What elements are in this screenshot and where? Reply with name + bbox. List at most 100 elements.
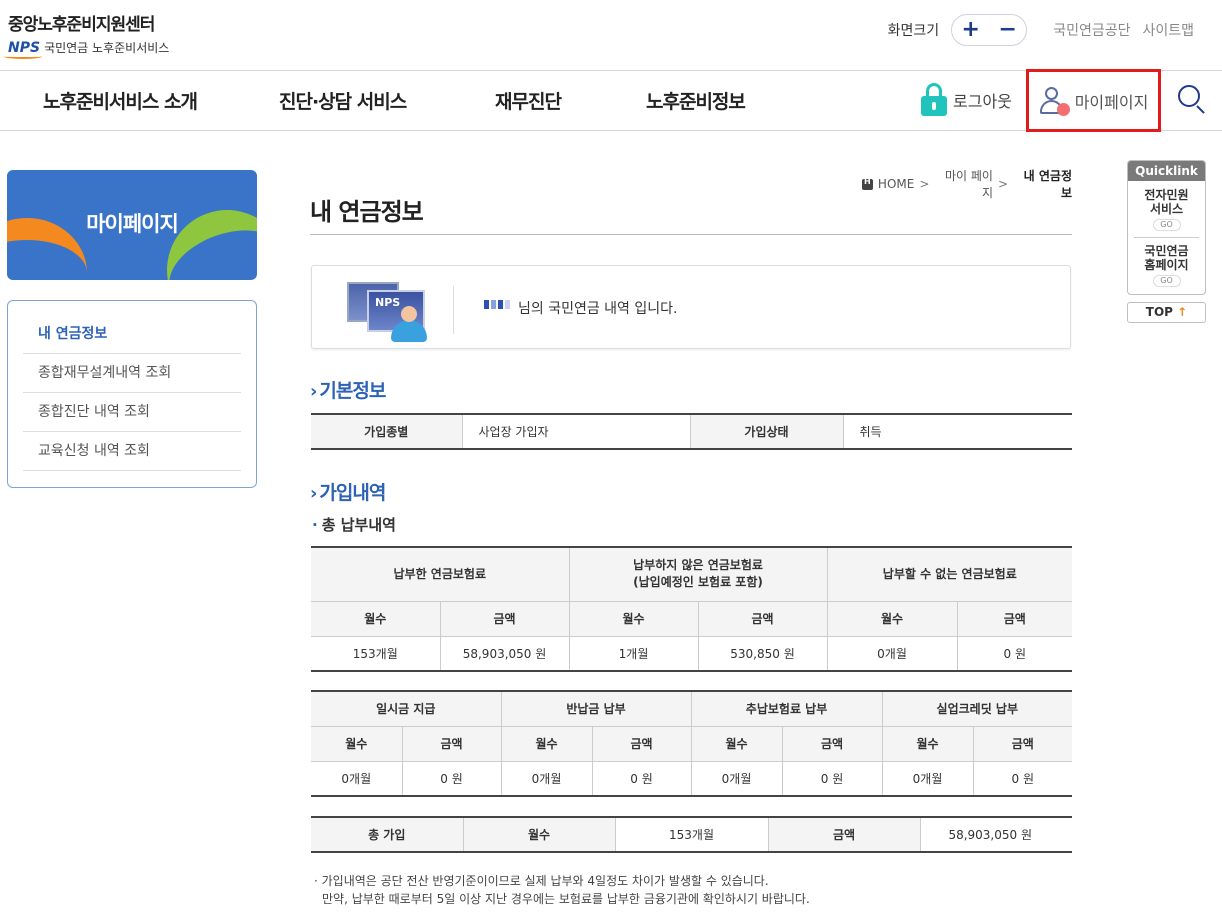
total-amount-value: 58,903,050 원 bbox=[948, 828, 1032, 842]
masked-name-icon bbox=[484, 299, 512, 309]
mypage-label: 마이페이지 bbox=[1074, 92, 1149, 112]
col-header: 금액 bbox=[592, 726, 692, 762]
logo-sub: NPS 국민연금 노후준비서비스 bbox=[3, 39, 169, 59]
quicklink-nps-home-line1: 국민연금 bbox=[1144, 244, 1189, 258]
sidebar-menu: 내 연금정보 종합재무설계내역 조회 종합진단 내역 조회 교육신청 내역 조회 bbox=[7, 300, 257, 488]
table-row: 월수 금액 월수 금액 월수 금액 bbox=[311, 601, 1073, 637]
table-cell: 58,903,050 원 bbox=[440, 636, 570, 671]
quicklink-e-civil[interactable]: 전자민원 서비스 GO bbox=[1128, 181, 1205, 231]
font-increase-button[interactable]: + bbox=[961, 19, 979, 41]
breadcrumb-sep: > bbox=[997, 177, 1009, 191]
quicklink-nps-home-line2: 홈페이지 bbox=[1144, 258, 1189, 272]
unpaid-group-header: 납부하지 않은 연금보험료 (납입예정인 보험료 포함) bbox=[569, 547, 828, 602]
sidebar-item-education[interactable]: 교육신청 내역 조회 bbox=[23, 432, 241, 471]
basic-info-table: 가입종별 사업장 가입자 가입상태 취득 bbox=[311, 413, 1072, 450]
logo-title: 중앙노후준비지원센터 bbox=[8, 15, 155, 35]
sitemap-link[interactable]: 사이트맵 bbox=[1142, 20, 1194, 40]
col-header: 월수 bbox=[691, 726, 783, 762]
enroll-title-text: 가입내역 bbox=[319, 482, 386, 504]
top-label: TOP bbox=[1145, 305, 1173, 319]
table-cell: 0 원 bbox=[402, 761, 502, 796]
breadcrumb-current: 내 연금정보 bbox=[1023, 169, 1072, 200]
paid-group-header: 납부한 연금보험료 bbox=[311, 547, 570, 602]
mypage-button[interactable]: 마이페이지 bbox=[1026, 69, 1161, 132]
table-row: 0개월 0 원 0개월 0 원 0개월 0 원 0개월 0 원 bbox=[311, 761, 1072, 796]
quicklink-title: Quicklink bbox=[1128, 161, 1205, 181]
page-title: 내 연금정보 bbox=[310, 198, 424, 226]
site-logo[interactable]: 중앙노후준비지원센터 NPS 국민연금 노후준비서비스 bbox=[3, 10, 169, 59]
arrow-up-icon: ↑ bbox=[1177, 305, 1188, 319]
basic-type-header: 가입종별 bbox=[311, 414, 463, 449]
enroll-title: › 가입내역 bbox=[310, 478, 386, 505]
lump-sum-header: 일시금 지급 bbox=[311, 691, 502, 727]
table-row: 가입종별 사업장 가입자 가입상태 취득 bbox=[311, 414, 1072, 449]
nav-item-service-intro[interactable]: 노후준비서비스 소개 bbox=[43, 87, 198, 114]
chevron-right-icon: › bbox=[310, 483, 317, 504]
col-header: 금액 bbox=[973, 726, 1073, 762]
other-payments-table: 일시금 지급 반납금 납부 추납보험료 납부 실업크레딧 납부 월수 금액 월수… bbox=[311, 690, 1073, 797]
top-button[interactable]: TOP ↑ bbox=[1127, 302, 1206, 323]
search-button[interactable] bbox=[1176, 83, 1208, 117]
table-cell: 0 원 bbox=[1003, 646, 1027, 661]
basic-type-value: 사업장 가입자 bbox=[462, 414, 691, 449]
go-badge: GO bbox=[1152, 219, 1181, 231]
go-badge: GO bbox=[1152, 275, 1181, 287]
main-nav: 노후준비서비스 소개 진단·상담 서비스 재무진단 노후준비정보 로그아웃 마이… bbox=[0, 69, 1222, 132]
table-cell: 0개월 bbox=[827, 636, 958, 671]
quicklink-panel: Quicklink 전자민원 서비스 GO 국민연금 홈페이지 GO bbox=[1127, 160, 1206, 295]
breadcrumb-home[interactable]: HOME bbox=[878, 177, 914, 191]
nps-link[interactable]: 국민연금공단 bbox=[1053, 20, 1130, 40]
user-message: 님의 국민연금 내역 입니다. bbox=[484, 298, 677, 318]
col-header: 월수 bbox=[501, 726, 593, 762]
col-header: 금액 bbox=[698, 601, 828, 637]
breadcrumb-sep: > bbox=[919, 177, 930, 191]
table-cell: 0 원 bbox=[1011, 771, 1035, 786]
quicklink-e-civil-line1: 전자민원 bbox=[1144, 188, 1189, 202]
col-header: 금액 bbox=[402, 726, 502, 762]
col-header: 금액 bbox=[957, 601, 1073, 637]
table-row: 월수 금액 월수 금액 월수 금액 월수 금액 bbox=[311, 726, 1073, 762]
col-header: 월수 bbox=[827, 601, 958, 637]
unemployment-credit-header: 실업크레딧 납부 bbox=[882, 691, 1073, 727]
breadcrumb-mypage[interactable]: 마이 페이지 bbox=[934, 167, 993, 201]
font-decrease-button[interactable]: − bbox=[998, 19, 1016, 41]
basic-status-value: 취득 bbox=[859, 425, 882, 439]
col-header: 월수 bbox=[569, 601, 699, 637]
sidebar-item-diagnosis[interactable]: 종합진단 내역 조회 bbox=[23, 393, 241, 432]
quicklink-nps-home[interactable]: 국민연금 홈페이지 GO bbox=[1128, 238, 1205, 287]
repayment-header: 반납금 납부 bbox=[501, 691, 692, 727]
font-size-control: + − bbox=[951, 14, 1028, 46]
title-divider bbox=[310, 234, 1072, 235]
additional-payment-header: 추납보험료 납부 bbox=[691, 691, 883, 727]
table-cell: 0개월 bbox=[501, 761, 593, 796]
total-enrollment-table: 총 가입 월수 153개월 금액 58,903,050 원 bbox=[311, 816, 1072, 853]
logout-button[interactable]: 로그아웃 bbox=[921, 83, 1012, 117]
nav-item-financial-diagnosis[interactable]: 재무진단 bbox=[495, 87, 562, 114]
sidebar-item-financial-plan[interactable]: 종합재무설계내역 조회 bbox=[23, 354, 241, 393]
basic-info-title-text: 기본정보 bbox=[319, 380, 386, 402]
note-line: 만약, 납부한 때로부터 5일 이상 지난 경우에는 보험료를 납부한 금융기관… bbox=[322, 892, 810, 906]
table-cell: 0 원 bbox=[592, 761, 692, 796]
utility-bar: 화면크기 + − 국민연금공단 사이트맵 bbox=[888, 14, 1194, 46]
table-row: 납부한 연금보험료 납부하지 않은 연금보험료 (납입예정인 보험료 포함) 납부… bbox=[311, 547, 1073, 602]
nav-item-retirement-info[interactable]: 노후준비정보 bbox=[646, 87, 746, 114]
header: 중앙노후준비지원센터 NPS 국민연금 노후준비서비스 화면크기 + − 국민연… bbox=[0, 0, 1222, 70]
table-cell: 1개월 bbox=[569, 636, 699, 671]
table-row: 총 가입 월수 153개월 금액 58,903,050 원 bbox=[311, 817, 1072, 852]
sidebar-banner-title: 마이페이지 bbox=[86, 212, 179, 236]
payment-subtitle: · 총 납부내역 bbox=[312, 516, 396, 534]
nps-logo-icon: NPS bbox=[3, 39, 43, 59]
payment-subtitle-text: 총 납부내역 bbox=[321, 516, 396, 534]
unpaid-group-line2: (납입예정인 보험료 포함) bbox=[633, 575, 763, 590]
nav-item-consulting[interactable]: 진단·상담 서비스 bbox=[279, 87, 407, 114]
font-size-label: 화면크기 bbox=[887, 23, 940, 39]
col-header: 월수 bbox=[882, 726, 974, 762]
user-message-text: 님의 국민연금 내역 입니다. bbox=[518, 301, 678, 317]
user-icon bbox=[1039, 86, 1070, 116]
table-cell: 153개월 bbox=[311, 636, 441, 671]
months-header: 월수 bbox=[463, 817, 616, 852]
basic-status-header: 가입상태 bbox=[690, 414, 844, 449]
col-header: 금액 bbox=[440, 601, 570, 637]
sidebar-item-pension-info[interactable]: 내 연금정보 bbox=[23, 315, 241, 354]
chevron-right-icon: › bbox=[310, 381, 317, 402]
